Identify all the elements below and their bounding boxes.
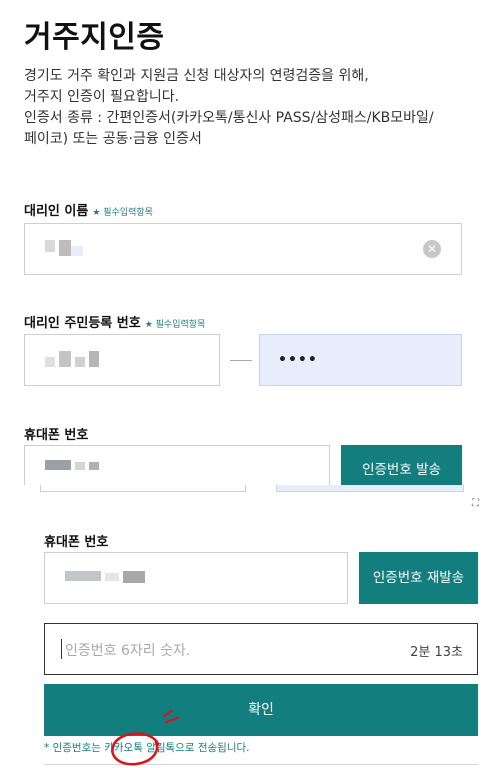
rrn-front-input[interactable] — [24, 334, 220, 386]
description-line: 인증서 종류 : 간편인증서(카카오톡/통신사 PASS/삼성패스/KB모바일/ — [24, 110, 434, 126]
redacted-value — [45, 351, 103, 370]
code-placeholder: 인증번호 6자리 숫자. — [65, 643, 191, 659]
redacted-value — [45, 240, 87, 259]
phone-label: 휴대폰 번호 — [24, 428, 89, 443]
clear-circle-icon[interactable]: ✕ — [423, 240, 441, 258]
screenshot-seam — [0, 485, 494, 495]
page-description: 경기도 거주 확인과 지원금 신청 대상자의 연령검증을 위해, 거주지 인증이… — [24, 66, 474, 150]
overlay-phone-input[interactable] — [44, 552, 348, 604]
redacted-value — [45, 460, 103, 479]
countdown-timer: 2분 13초 — [410, 645, 463, 660]
name-input[interactable]: ✕ — [24, 223, 462, 275]
required-marker: ★ 필수입력항목 — [92, 208, 153, 218]
annotation-circle — [111, 709, 180, 766]
overlay-phone-label: 휴대폰 번호 — [44, 535, 109, 550]
screenshot-corner-icon: ⛶ — [472, 498, 479, 509]
page-title: 거주지인증 — [24, 20, 165, 55]
rrn-separator — [230, 360, 252, 361]
resend-code-button[interactable]: 인증번호 재발송 — [359, 552, 478, 604]
description-line: 경기도 거주 확인과 지원금 신청 대상자의 연령검증을 위해, — [24, 68, 369, 84]
required-text: 필수입력항목 — [103, 208, 153, 218]
phone-input[interactable] — [24, 445, 330, 485]
rrn-label-text: 대리인 주민등록 번호 — [24, 316, 141, 331]
cut-field-fragment — [40, 485, 246, 492]
rrn-label: 대리인 주민등록 번호 ★ 필수입력항목 — [24, 312, 205, 331]
name-label: 대리인 이름 ★ 필수입력항목 — [24, 200, 153, 219]
redacted-value — [65, 571, 149, 590]
cut-field-fragment — [276, 485, 464, 492]
description-line: 페이코) 또는 공동·금융 인증서 — [24, 131, 202, 147]
verification-code-input[interactable]: 인증번호 6자리 숫자. 2분 13초 — [44, 623, 478, 675]
name-label-text: 대리인 이름 — [24, 204, 89, 219]
rrn-back-input[interactable]: •••• — [259, 334, 462, 386]
description-line: 거주지 인증이 필요합니다. — [24, 89, 180, 105]
required-marker: ★ 필수입력항목 — [144, 320, 206, 330]
send-code-button[interactable]: 인증번호 발송 — [341, 445, 462, 485]
required-text: 필수입력항목 — [155, 320, 206, 330]
text-cursor — [61, 639, 62, 659]
